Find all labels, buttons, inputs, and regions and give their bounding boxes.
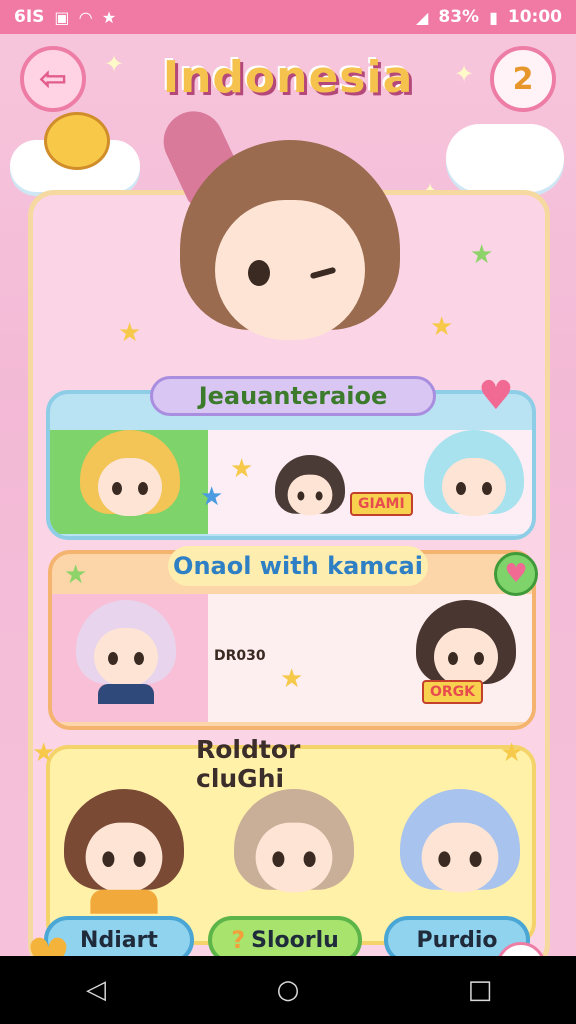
avatar-eye	[108, 652, 118, 665]
star-icon: ★	[64, 560, 88, 590]
avatar-eye	[138, 482, 148, 495]
sparkle-icon: ✦	[104, 50, 125, 78]
star-icon: ★	[200, 482, 224, 512]
avatar-eye	[303, 851, 316, 867]
avatar-eye	[448, 652, 458, 665]
arrow-left-icon: ⇦	[38, 59, 68, 99]
avatar-eye	[482, 482, 492, 495]
smiley-icon	[44, 112, 110, 170]
character-avatar[interactable]	[63, 789, 184, 914]
hero-eye	[248, 260, 270, 286]
avatar-eye	[102, 851, 115, 867]
badge-count: 2	[512, 61, 534, 97]
avatar-face	[255, 822, 333, 893]
star-icon: ★	[32, 738, 56, 768]
clock: 10:00	[507, 7, 562, 27]
avatar-eye	[134, 652, 144, 665]
character-avatar[interactable]	[275, 455, 345, 525]
battery-percent: 83%	[438, 7, 480, 27]
status-bar: 6IS ▣ ◠ ★ ◢ 83% ▮ 10:00	[0, 0, 576, 34]
avatar-face	[421, 822, 499, 893]
nav-home-icon[interactable]: ○	[228, 975, 348, 1005]
sim-icon: ▣	[54, 7, 70, 27]
avatar-eye	[315, 491, 323, 501]
star-icon: ★	[280, 664, 304, 694]
hero-face	[215, 200, 365, 340]
star-icon: ★	[430, 312, 454, 342]
status-right: ◢ 83% ▮ 10:00	[416, 7, 562, 27]
tab-label: Ndiart	[80, 927, 158, 953]
avatar-face	[98, 458, 162, 516]
avatar-face	[85, 822, 163, 893]
avatar-face	[287, 474, 333, 516]
cloud-decoration	[446, 124, 564, 192]
star-icon: ★	[118, 318, 142, 348]
avatar-eye	[297, 491, 305, 501]
system-nav-bar: ◁ ○ □	[0, 956, 576, 1024]
character-avatar[interactable]	[424, 430, 524, 530]
back-button[interactable]: ⇦	[20, 46, 86, 112]
status-left: 6IS ▣ ◠ ★	[14, 7, 116, 27]
avatar-eye	[272, 851, 285, 867]
star-icon: ★	[101, 7, 117, 27]
heart-badge-icon: ♥	[494, 552, 538, 596]
avatar-face	[442, 458, 506, 516]
sparkle-icon: ✦	[454, 60, 475, 88]
panel-tag: GIAMI	[350, 492, 413, 516]
avatar-eye	[469, 851, 482, 867]
character-avatar[interactable]	[80, 430, 180, 530]
heart-icon: ♥	[478, 373, 514, 419]
character-avatar[interactable]	[234, 789, 354, 909]
section-banner-3: Roldtor cluGhi	[196, 735, 301, 793]
wifi-icon: ◠	[79, 7, 92, 27]
page-title: Indonesia	[162, 52, 414, 103]
carrier-text: 6IS	[14, 7, 45, 27]
hero-character[interactable]	[153, 101, 410, 360]
avatar-face	[434, 628, 498, 686]
panel-tag: ORGK	[422, 680, 484, 704]
avatar-face	[94, 628, 158, 686]
tab-label: Purdio	[416, 927, 498, 953]
star-icon: ★	[230, 454, 254, 484]
character-avatar[interactable]	[400, 789, 520, 909]
avatar-eye	[474, 652, 484, 665]
nav-recent-icon[interactable]: □	[420, 975, 540, 1005]
avatar-eye	[133, 851, 146, 867]
tab-label: Sloorlu	[251, 927, 339, 953]
battery-icon: ▮	[489, 7, 498, 27]
signal-icon: ◢	[416, 7, 429, 27]
character-avatar[interactable]	[76, 600, 176, 704]
section-banner-2: Onaol with kamcai	[168, 546, 428, 586]
avatar-body	[90, 889, 158, 914]
star-icon: ★	[470, 240, 494, 270]
section-banner-1: Jeauanteraioe	[150, 376, 436, 416]
avatar-body	[98, 684, 154, 704]
avatar-eye	[112, 482, 122, 495]
question-icon: ?	[231, 926, 246, 954]
nav-back-icon[interactable]: ◁	[36, 975, 156, 1005]
star-icon: ★	[500, 738, 524, 768]
badge-button[interactable]: 2	[490, 46, 556, 112]
panel-label: DR030	[214, 648, 266, 664]
avatar-eye	[456, 482, 466, 495]
avatar-eye	[438, 851, 451, 867]
